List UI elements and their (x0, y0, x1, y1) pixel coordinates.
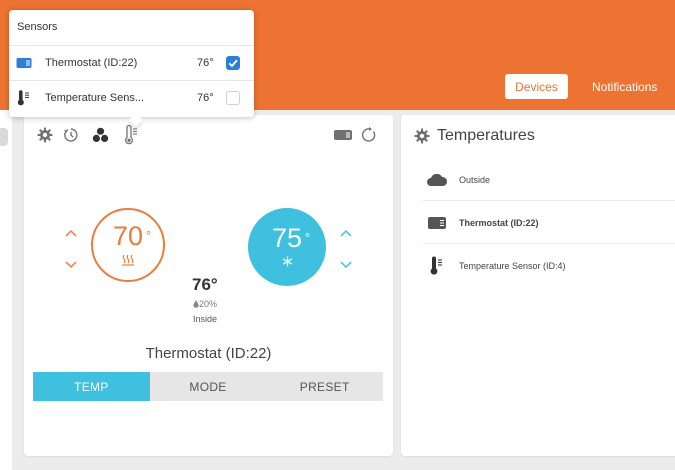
thermometer-icon[interactable] (123, 125, 141, 145)
cloud-icon (425, 170, 449, 190)
temperatures-card: Temperatures Outside Thermostat (ID:22) … (401, 115, 675, 456)
temperature-row-label: Outside (459, 175, 491, 185)
heat-down-chevron-icon[interactable] (65, 261, 77, 269)
temperature-row-outside[interactable]: Outside (423, 158, 675, 201)
tab-preset[interactable]: PRESET (266, 372, 383, 401)
sensor-checkbox-checked[interactable] (226, 56, 240, 70)
cool-degree: ° (304, 230, 311, 245)
sensor-name: Temperature Sens... (45, 92, 145, 104)
cool-down-chevron-icon[interactable] (340, 261, 352, 269)
temperature-row-label: Thermostat (ID:22) (459, 218, 539, 228)
heat-degree: ° (145, 227, 152, 243)
temperatures-title: Temperatures (437, 127, 535, 144)
thermometer-icon (16, 90, 32, 106)
sensor-item-thermostat[interactable]: Thermostat (ID:22) 76° (9, 45, 254, 79)
sensors-popup-title: Sensors (17, 21, 58, 33)
humidity-value: 20% (199, 299, 218, 309)
gear-icon[interactable] (414, 128, 430, 144)
cool-setpoint[interactable]: 75 ° (248, 208, 326, 286)
sensor-name: Thermostat (ID:22) (45, 57, 138, 69)
inside-label: Inside (193, 314, 218, 324)
thermostat-device-icon (425, 213, 449, 233)
heat-waves-icon (121, 254, 135, 269)
snowflake-icon (282, 256, 293, 270)
thermostat-name: Thermostat (ID:22) (145, 345, 272, 362)
inside-humidity: 20% (193, 299, 217, 309)
thermometer-icon (425, 256, 449, 276)
tab-mode[interactable]: MODE (150, 372, 267, 401)
cool-setpoint-value: 75 (271, 223, 303, 253)
heat-setpoint[interactable]: 70 ° (91, 208, 165, 282)
sensor-temp: 76° (197, 92, 214, 104)
thermostat-card: 70 ° 75 ° 76° 20% Inside Thermostat (ID:22… (24, 115, 393, 456)
thermostat-device-icon (333, 128, 353, 142)
temperature-row-label: Temperature Sensor (ID:4) (459, 261, 566, 271)
sensor-item-temperature-sensor[interactable]: Temperature Sens... 76° (9, 80, 254, 114)
checkmark-icon (228, 59, 238, 68)
schedule-clock-icon[interactable] (63, 127, 79, 143)
thermostat-device-icon (16, 56, 32, 70)
temperature-row-thermostat[interactable]: Thermostat (ID:22) (423, 201, 675, 244)
refresh-icon[interactable] (361, 127, 377, 143)
sensor-checkbox-unchecked[interactable] (226, 91, 240, 105)
inside-temperature: 76° (192, 275, 218, 294)
cool-up-chevron-icon[interactable] (340, 229, 352, 237)
nav-devices-button[interactable]: Devices (505, 74, 568, 99)
left-panel-handle[interactable] (0, 128, 8, 146)
heat-setpoint-value: 70 (112, 220, 144, 251)
tab-temp[interactable]: TEMP (33, 372, 150, 401)
thermostat-tab-bar: TEMP MODE PRESET (33, 372, 383, 401)
nav-notifications-button[interactable]: Notifications (592, 74, 675, 99)
sensor-temp: 76° (197, 57, 214, 69)
left-panel-edge (0, 110, 12, 470)
sensors-popup: Sensors Thermostat (ID:22) 76° Temperatu… (9, 10, 254, 128)
temperature-row-sensor[interactable]: Temperature Sensor (ID:4) (423, 244, 675, 287)
heat-up-chevron-icon[interactable] (65, 229, 77, 237)
gear-icon[interactable] (37, 127, 53, 143)
fan-icon[interactable] (92, 127, 109, 144)
